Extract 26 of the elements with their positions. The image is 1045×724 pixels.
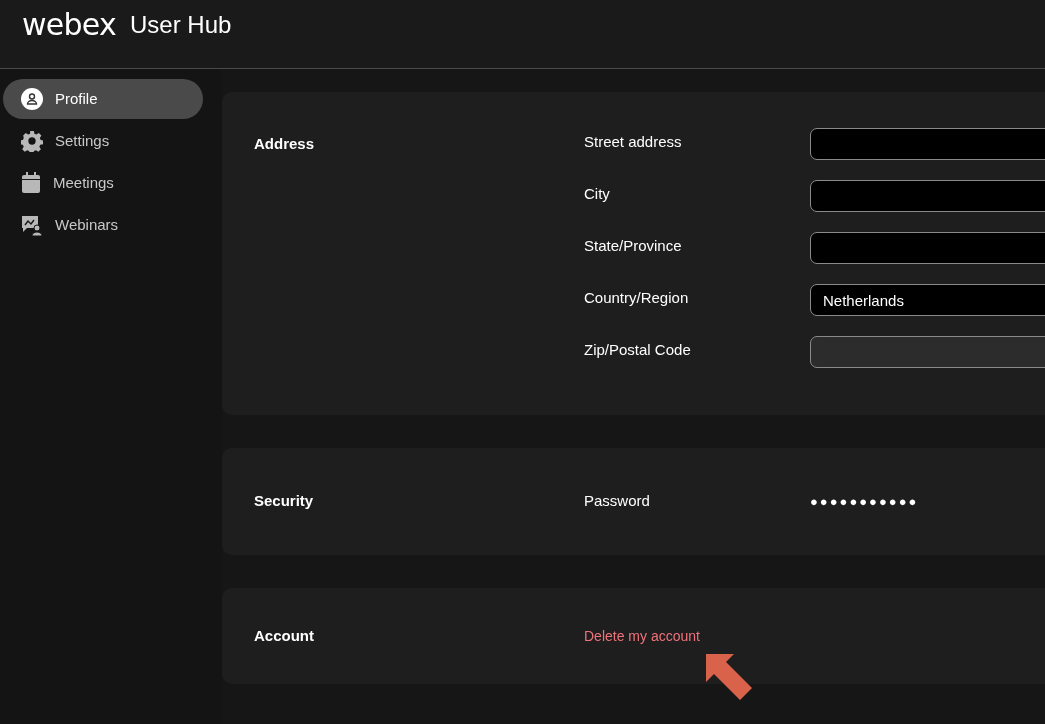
section-title: Account (254, 625, 314, 646)
app-title: User Hub (130, 13, 232, 37)
field-label: City (584, 184, 611, 204)
section-title: Address (254, 135, 315, 152)
sidebar-item[interactable]: Meetings (3, 163, 203, 203)
logo: webex (22, 10, 116, 40)
section-title: Security (254, 491, 314, 512)
person-icon (21, 88, 43, 110)
input-field[interactable] (810, 232, 1045, 264)
sidebar-item[interactable]: Webinars (3, 205, 203, 245)
calendar-icon (21, 172, 41, 194)
sidebar-item[interactable]: Profile (3, 79, 203, 119)
pointer-arrow-icon (704, 652, 754, 702)
input-field[interactable]: Netherlands (810, 284, 1045, 316)
field-label: Street address (584, 132, 683, 152)
gear-icon (21, 130, 43, 152)
delete-account-link[interactable]: Delete my account (584, 625, 700, 647)
field-label: State/Province (584, 236, 683, 256)
field-label: Country/Region (584, 288, 690, 308)
sidebar-item[interactable]: Settings (3, 121, 203, 161)
webinar-icon (21, 214, 43, 236)
input-field[interactable] (810, 128, 1045, 160)
field-label: Password (584, 491, 651, 512)
password-value: ●●●●●●●●●●● (810, 492, 919, 511)
input-field[interactable] (810, 180, 1045, 212)
field-label: Zip/Postal Code (584, 340, 692, 360)
